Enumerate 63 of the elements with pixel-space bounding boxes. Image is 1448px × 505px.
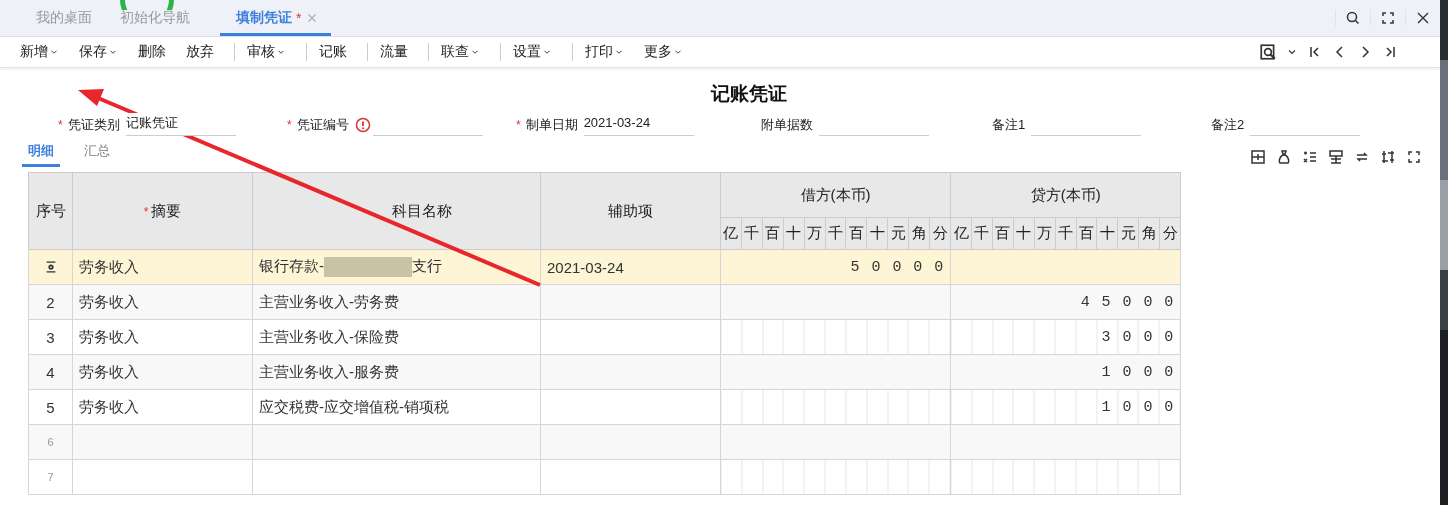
toolbar-button[interactable]: 记账 [306, 43, 359, 61]
required-mark: * [143, 204, 149, 219]
toolbar-button[interactable]: 联查 [428, 43, 492, 61]
table-cell-text: 银行存款- [259, 257, 324, 274]
table-cell: 7 [28, 459, 73, 495]
table-cell: 应交税费-应交增值税-销项税 [252, 389, 541, 425]
table-cell: 劳务收入 [72, 389, 253, 425]
field-label: 制单日期 [525, 115, 578, 134]
amount-text: 3000 [1101, 328, 1186, 346]
tab[interactable]: 填制凭证 * [220, 3, 332, 36]
table-cell: 6 [28, 424, 73, 460]
amount-text: 45000 [1080, 293, 1186, 311]
table-cell: 2 [28, 284, 73, 320]
field-label: 备注2 [1211, 115, 1245, 134]
column-header: 序号 [35, 201, 66, 219]
money-bag-icon[interactable] [1276, 149, 1292, 165]
list-icon[interactable] [1302, 149, 1318, 165]
table-cell: 劳务收入 [72, 284, 253, 320]
amount-text: 1000 [1101, 363, 1186, 381]
toolbar-button[interactable]: 删除 [138, 43, 178, 61]
toolbar-button[interactable]: 放弃 [186, 43, 226, 61]
adjust-icon[interactable] [1380, 149, 1396, 165]
table-cell: 主营业务收入-劳务费 [252, 284, 541, 320]
table-cell: 劳务收入 [72, 319, 253, 355]
toolbar-button[interactable]: 设置 [500, 43, 564, 61]
input-field[interactable]: 记账凭证 [125, 113, 236, 136]
amount-text: 1000 [1101, 398, 1186, 416]
column-header: 借方(本币) [720, 172, 951, 218]
required-mark: * [58, 117, 63, 132]
toolbar-button[interactable]: 新增 [20, 43, 71, 61]
table-cell: 主营业务收入-保险费 [252, 319, 541, 355]
toolbar-button[interactable]: 流量 [367, 43, 420, 61]
layout-icon[interactable] [1328, 149, 1344, 165]
table-cell: 3 [28, 319, 73, 355]
field-label: 备注1 [992, 115, 1026, 134]
field-label: 凭证类别 [67, 115, 120, 134]
column-header: 科目名称 [392, 201, 452, 219]
field-label: 附单据数 [760, 115, 813, 134]
toolbar-button[interactable]: 打印 [572, 43, 636, 61]
table-cell-text: 支行 [412, 257, 442, 274]
table-cell: 主营业务收入-服务费 [252, 354, 541, 390]
toolbar-button[interactable]: 审核 [234, 43, 298, 61]
column-header: 贷方(本币) [950, 172, 1181, 218]
field-label: 凭证编号 [296, 115, 349, 134]
table-cell: 劳务收入 [72, 249, 253, 285]
required-mark: * [287, 117, 292, 132]
warning-icon [354, 116, 371, 133]
column-header: 摘要 [151, 201, 182, 219]
required-mark: * [515, 117, 521, 132]
table-cell: 4 [28, 354, 73, 390]
toolbar-button[interactable]: 保存 [79, 43, 130, 61]
table-cell: 劳务收入 [72, 354, 253, 390]
tab[interactable]: 明细 [22, 136, 60, 167]
voucher-title: 记账凭证 [709, 82, 788, 106]
fullscreen-icon[interactable] [1406, 149, 1422, 165]
table-cell: 5 [28, 389, 73, 425]
insert-row-icon[interactable] [1250, 149, 1266, 165]
column-header: 辅助项 [608, 201, 653, 219]
tab[interactable]: 汇总 [78, 136, 116, 167]
table-cell: 2021-03-24 [540, 249, 721, 285]
amount-text: 50000 [850, 258, 956, 276]
preview-icon[interactable] [1259, 43, 1277, 61]
toolbar-button[interactable]: 更多 [644, 43, 695, 61]
